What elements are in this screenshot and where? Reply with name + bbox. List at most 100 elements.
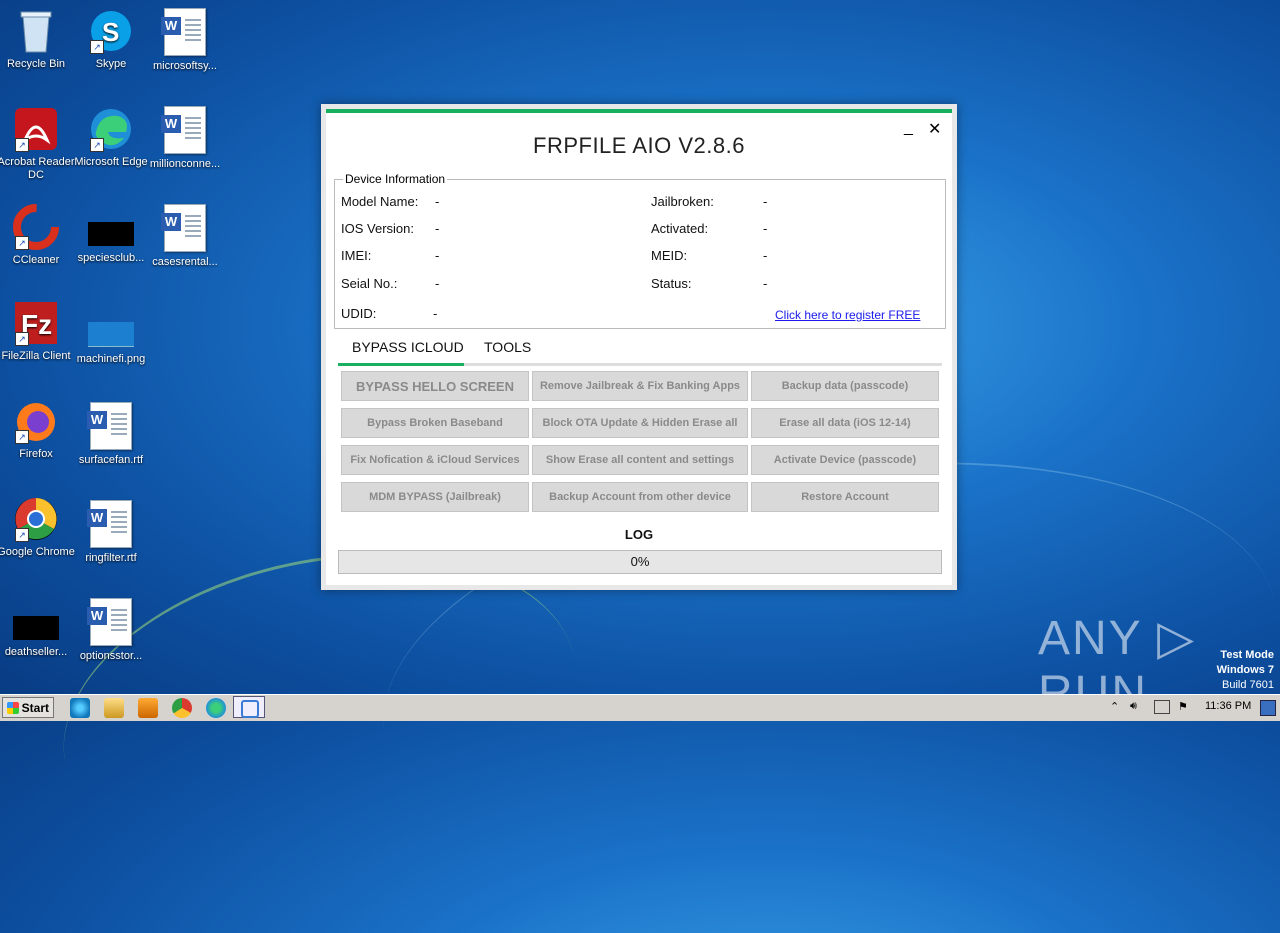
remove-jailbreak-button[interactable]: Remove Jailbreak & Fix Banking Apps — [532, 371, 748, 401]
edge-taskbar-icon[interactable] — [206, 698, 226, 718]
serial-label: Seial No.: — [341, 276, 398, 291]
desktop-icon-casesrental[interactable]: W casesrental... — [146, 204, 224, 269]
serial-value: - — [435, 276, 440, 291]
icon-label: FileZilla Client — [1, 350, 71, 362]
windows-logo-icon — [7, 702, 19, 714]
volume-icon[interactable]: 🔊︎ — [1130, 700, 1137, 713]
icon-label: microsoftsy... — [153, 60, 217, 72]
register-link[interactable]: Click here to register FREE — [775, 308, 920, 322]
test-mode-text: Test Mode — [1220, 649, 1274, 661]
desktop-icon-ccleaner[interactable]: ↗ CCleaner — [0, 204, 75, 267]
desktop-icon-edge[interactable]: ↗ Microsoft Edge — [72, 106, 150, 169]
ios-version-value: - — [435, 221, 440, 236]
backup-data-button[interactable]: Backup data (passcode) — [751, 371, 939, 401]
activate-device-button[interactable]: Activate Device (passcode) — [751, 445, 939, 475]
edge-icon: ↗ — [88, 106, 134, 152]
backup-account-button[interactable]: Backup Account from other device — [532, 482, 748, 512]
imei-label: IMEI: — [341, 248, 372, 263]
desktop-icon-millionconne[interactable]: W millionconne... — [146, 106, 224, 171]
clock[interactable]: 11:36 PM — [1205, 700, 1251, 712]
desktop-icon-skype[interactable]: S ↗ Skype — [72, 8, 150, 71]
desktop-icon-recycle-bin[interactable]: Recycle Bin — [0, 8, 75, 71]
tab-bypass-icloud[interactable]: BYPASS ICLOUD — [352, 339, 464, 355]
icon-label: optionsstor... — [79, 650, 143, 662]
icon-label: speciesclub... — [77, 252, 145, 264]
desktop-icon-surfacefan[interactable]: W surfacefan.rtf — [72, 402, 150, 467]
tab-tools[interactable]: TOOLS — [484, 339, 531, 355]
window-title: FRPFILE AIO V2.8.6 — [533, 133, 745, 158]
icon-label: millionconne... — [149, 158, 221, 170]
icon-label: ringfilter.rtf — [85, 552, 137, 564]
word-document-icon: W — [161, 204, 206, 252]
activated-value: - — [763, 221, 768, 236]
bypass-broken-baseband-button[interactable]: Bypass Broken Baseband — [341, 408, 529, 438]
icon-label: Google Chrome — [0, 546, 75, 558]
icon-label: machinefi.png — [76, 353, 146, 365]
desktop-icon-chrome[interactable]: ↗ Google Chrome — [0, 496, 75, 559]
group-legend: Device Information — [343, 172, 448, 186]
os-name-text: Windows 7 — [1216, 664, 1274, 676]
build-text: Build 7601 — [1222, 679, 1274, 691]
start-button[interactable]: Start — [2, 697, 54, 718]
frpfile-taskbar-button[interactable] — [233, 696, 265, 718]
icon-label: Acrobat Reader DC — [0, 156, 75, 181]
desktop-icon-optionsstor[interactable]: W optionsstor... — [72, 598, 150, 663]
icon-label: casesrental... — [152, 256, 218, 268]
imei-value: - — [435, 248, 440, 263]
svg-text:S: S — [102, 17, 119, 47]
erase-all-data-button[interactable]: Erase all data (iOS 12-14) — [751, 408, 939, 438]
window-client-area: _ ✕ FRPFILE AIO V2.8.6 Device Informatio… — [326, 109, 952, 585]
explorer-folder-icon[interactable] — [104, 698, 124, 718]
desktop-icon-firefox[interactable]: ↗ Firefox — [0, 398, 75, 461]
model-name-value: - — [435, 194, 440, 209]
chrome-icon: ↗ — [13, 496, 59, 542]
icon-label: Recycle Bin — [6, 58, 66, 70]
filezilla-icon: Fz ↗ — [13, 300, 59, 346]
activated-label: Activated: — [651, 221, 709, 236]
acrobat-icon: ↗ — [13, 106, 59, 152]
ios-version-label: IOS Version: — [341, 221, 414, 236]
tray-expand-icon[interactable]: ⌃ — [1110, 700, 1119, 713]
firefox-icon: ↗ — [13, 398, 59, 444]
icon-label: surfacefan.rtf — [78, 454, 144, 466]
file-thumbnail-icon — [88, 222, 134, 246]
jailbroken-label: Jailbroken: — [651, 194, 714, 209]
skype-icon: S ↗ — [88, 8, 134, 54]
image-thumbnail-icon — [88, 322, 134, 347]
desktop-icon-microsoftsy[interactable]: W microsoftsy... — [146, 8, 224, 73]
word-document-icon: W — [161, 106, 206, 154]
udid-label: UDID: — [341, 306, 377, 321]
desktop-icon-speciesclub[interactable]: speciesclub... — [72, 222, 150, 265]
show-erase-all-button[interactable]: Show Erase all content and settings — [532, 445, 748, 475]
chrome-taskbar-icon[interactable] — [172, 698, 192, 718]
block-ota-update-button[interactable]: Block OTA Update & Hidden Erase all — [532, 408, 748, 438]
taskbar: Start ⌃ 🔊︎ ⚑ 11:36 PM — [0, 694, 1280, 721]
device-information-group: Device Information Model Name: - IOS Ver… — [334, 172, 946, 329]
desktop-icon-machinefi[interactable]: machinefi.png — [72, 322, 150, 366]
desktop-icon-deathseller[interactable]: deathseller... — [0, 616, 75, 659]
icon-label: Microsoft Edge — [74, 156, 148, 168]
media-player-icon[interactable] — [138, 698, 158, 718]
internet-explorer-icon[interactable] — [70, 698, 90, 718]
meid-value: - — [763, 248, 768, 263]
desktop-icon-filezilla[interactable]: Fz ↗ FileZilla Client — [0, 300, 75, 363]
status-label: Status: — [651, 276, 692, 291]
network-icon[interactable] — [1154, 700, 1170, 714]
jailbroken-value: - — [763, 194, 768, 209]
active-tab-indicator — [338, 363, 464, 366]
mdm-bypass-button[interactable]: MDM BYPASS (Jailbreak) — [341, 482, 529, 512]
icon-label: Firefox — [19, 448, 53, 460]
frpfile-window: _ ✕ FRPFILE AIO V2.8.6 Device Informatio… — [321, 104, 957, 590]
fix-notification-button[interactable]: Fix Nofication & iCloud Services — [341, 445, 529, 475]
word-document-icon: W — [161, 8, 206, 56]
desktop-icon-ringfilter[interactable]: W ringfilter.rtf — [72, 500, 150, 565]
action-center-flag-icon[interactable]: ⚑ — [1178, 700, 1188, 713]
file-thumbnail-icon — [13, 616, 59, 640]
tab-strip: BYPASS ICLOUD TOOLS — [338, 335, 942, 366]
show-desktop-icon[interactable] — [1260, 700, 1276, 716]
start-label: Start — [21, 701, 49, 715]
desktop-icon-acrobat[interactable]: ↗ Acrobat Reader DC — [0, 106, 75, 182]
ccleaner-icon: ↗ — [13, 204, 59, 250]
bypass-hello-screen-button[interactable]: BYPASS HELLO SCREEN — [341, 371, 529, 401]
restore-account-button[interactable]: Restore Account — [751, 482, 939, 512]
